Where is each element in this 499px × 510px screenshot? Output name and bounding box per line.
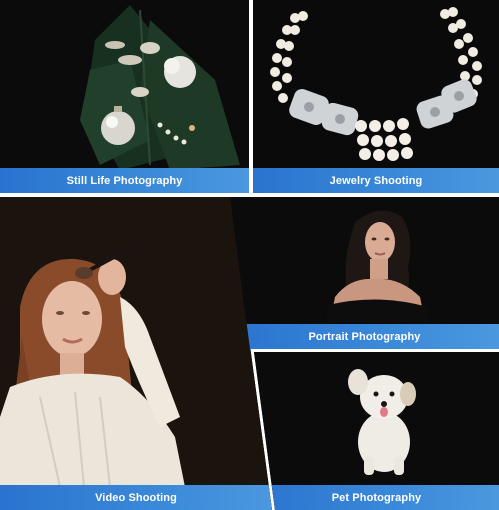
tile-caption: Portrait Photography	[230, 324, 499, 349]
tile-caption: Jewelry Shooting	[253, 168, 499, 193]
gallery-tile-jewelry[interactable]: Jewelry Shooting	[253, 0, 499, 193]
tile-caption: Pet Photography	[254, 485, 499, 510]
gallery-tile-video[interactable]: Video Shooting	[0, 197, 272, 510]
makeup-woman-photo	[0, 197, 272, 510]
tile-caption: Still Life Photography	[0, 168, 249, 193]
gallery-tile-portrait[interactable]: Portrait Photography	[230, 197, 499, 349]
christmas-ornament-photo	[0, 0, 249, 193]
tile-caption: Video Shooting	[0, 485, 272, 510]
pearl-necklace-photo	[253, 0, 499, 193]
gallery-tile-still-life[interactable]: Still Life Photography	[0, 0, 249, 193]
gallery-tile-pet[interactable]: Pet Photography	[254, 352, 499, 510]
